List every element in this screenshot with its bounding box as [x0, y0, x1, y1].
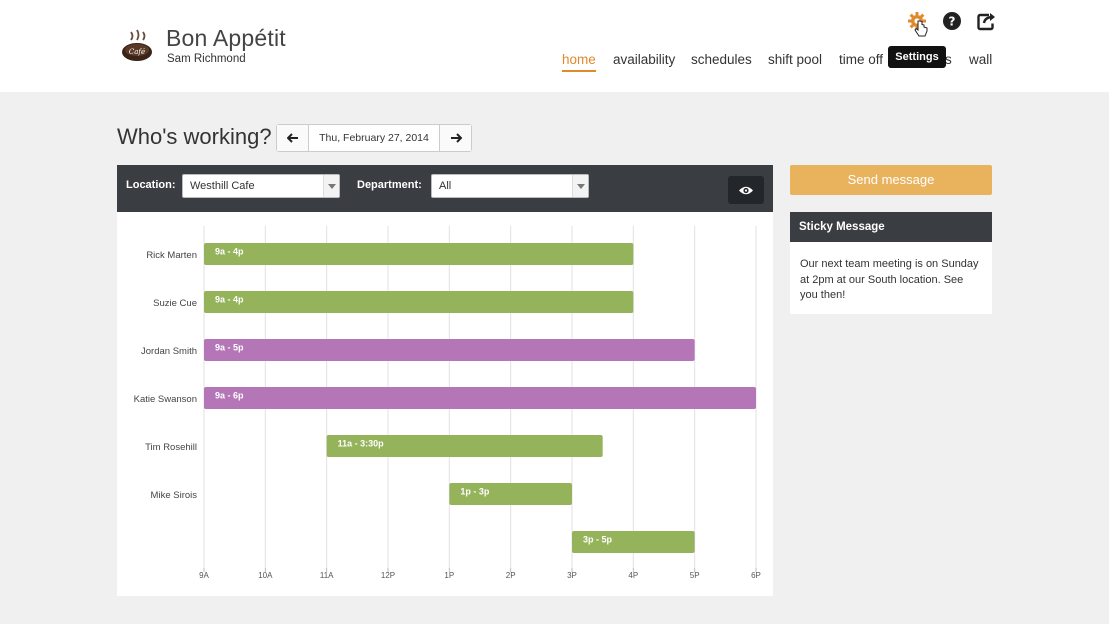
- nav-availability[interactable]: availability: [613, 52, 675, 67]
- cafe-logo-icon: Café: [122, 29, 152, 61]
- sticky-message-text: Our next team meeting is on Sunday at 2p…: [790, 242, 992, 314]
- view-toggle-button[interactable]: [728, 176, 764, 204]
- location-label: Location:: [126, 179, 176, 191]
- eye-icon: [739, 186, 753, 194]
- nav-home[interactable]: home: [562, 52, 596, 67]
- x-tick-label: 1P: [444, 571, 454, 580]
- app-header: Café Bon Appétit Sam Richmond home avail…: [0, 0, 1109, 92]
- shift-label: 9a - 6p: [215, 391, 244, 401]
- employee-name: Tim Rosehill: [145, 442, 197, 453]
- shift-bar: [204, 387, 756, 409]
- sticky-message-title: Sticky Message: [790, 212, 992, 242]
- logo-text: Café: [129, 48, 145, 56]
- current-date: Thu, February 27, 2014: [319, 132, 429, 144]
- nav-schedules[interactable]: schedules: [691, 52, 752, 67]
- employee-name: Katie Swanson: [134, 394, 197, 405]
- prev-day-button[interactable]: [277, 125, 309, 151]
- nav-shift-pool[interactable]: shift pool: [768, 52, 822, 67]
- shift-chart: 9A 10A 11A 12P 1P 2P 3P 4P 5P 6P Rick Marten 9a - 4…: [117, 212, 773, 596]
- x-tick-label: 5P: [690, 571, 700, 580]
- shift-bar: [204, 291, 634, 313]
- chevron-down-icon: [572, 175, 588, 197]
- svg-text:?: ?: [949, 15, 956, 29]
- pointer-cursor-icon: [914, 20, 928, 37]
- shift-label: 1p - 3p: [460, 487, 490, 497]
- x-tick-label: 2P: [506, 571, 516, 580]
- page-title: Who's working?: [117, 124, 272, 149]
- employee-name: Suzie Cue: [153, 298, 197, 309]
- employee-name: Jordan Smith: [141, 346, 197, 357]
- employee-name: Rick Marten: [146, 250, 197, 261]
- send-message-button[interactable]: Send message: [790, 165, 992, 195]
- next-day-button[interactable]: [439, 125, 471, 151]
- arrow-left-icon: [286, 133, 298, 143]
- location-value: Westhill Cafe: [190, 180, 255, 192]
- nav-obscured-item[interactable]: s: [945, 52, 952, 67]
- arrow-right-icon: [450, 133, 462, 143]
- x-tick-label: 10A: [258, 571, 273, 580]
- nav-time-off[interactable]: time off: [839, 52, 883, 67]
- x-tick-label: 4P: [628, 571, 638, 580]
- x-tick-label: 12P: [381, 571, 395, 580]
- x-tick-label: 6P: [751, 571, 761, 580]
- shift-label: 3p - 5p: [583, 535, 613, 545]
- filter-bar: Location: Westhill Cafe Department: All: [117, 165, 773, 212]
- employee-name: Mike Sirois: [151, 490, 198, 501]
- user-name: Sam Richmond: [167, 53, 246, 65]
- department-value: All: [439, 180, 452, 192]
- x-tick-label: 9A: [199, 571, 209, 580]
- x-tick-label: 11A: [320, 571, 334, 580]
- location-select[interactable]: Westhill Cafe: [182, 174, 340, 198]
- brand-name: Bon Appétit: [166, 25, 286, 51]
- shift-chart-svg: 9A 10A 11A 12P 1P 2P 3P 4P 5P 6P Rick Marten 9a - 4…: [134, 226, 761, 580]
- date-navigator: Thu, February 27, 2014: [276, 124, 472, 152]
- help-icon[interactable]: ?: [942, 11, 962, 31]
- shift-bar: [204, 339, 695, 361]
- department-label: Department:: [357, 179, 422, 191]
- settings-tooltip: Settings: [888, 46, 946, 68]
- department-select[interactable]: All: [431, 174, 589, 198]
- shift-label: 11a - 3:30p: [338, 439, 385, 449]
- nav-wall[interactable]: wall: [969, 52, 992, 67]
- nav-active-underline: [562, 70, 596, 72]
- shift-bar: [204, 243, 634, 265]
- x-tick-label: 3P: [567, 571, 577, 580]
- shift-label: 9a - 4p: [215, 247, 244, 257]
- shift-label: 9a - 4p: [215, 295, 244, 305]
- shift-label: 9a - 5p: [215, 343, 244, 353]
- logout-share-icon[interactable]: [976, 11, 996, 31]
- chevron-down-icon: [323, 175, 339, 197]
